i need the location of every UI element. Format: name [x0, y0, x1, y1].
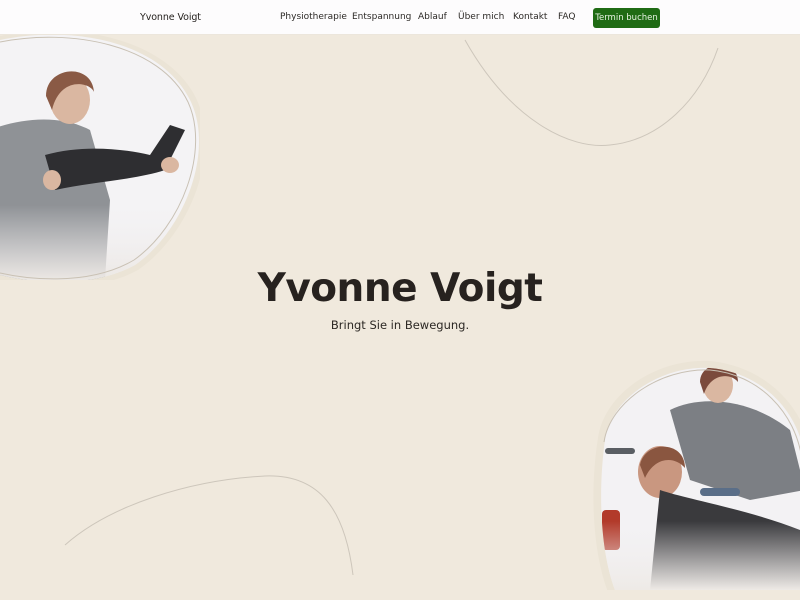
nav-link-entspannung[interactable]: Entspannung [352, 12, 411, 22]
nav-link-kontakt[interactable]: Kontakt [513, 12, 547, 22]
book-appointment-button[interactable]: Termin buchen [593, 8, 660, 28]
site-header: Yvonne Voigt Physiotherapie Entspannung … [0, 0, 800, 35]
nav-link-ablauf[interactable]: Ablauf [418, 12, 447, 22]
nav-link-faq[interactable]: FAQ [558, 12, 575, 22]
therapist-treatment-photo [593, 360, 800, 590]
hero-subtitle: Bringt Sie in Bewegung. [330, 318, 470, 332]
main-nav: Physiotherapie Entspannung Ablauf Über m… [0, 12, 800, 26]
nav-link-ueber-mich[interactable]: Über mich [458, 12, 504, 22]
therapist-leg-stretch-photo [0, 30, 200, 280]
hero-title: Yvonne Voigt [257, 266, 543, 311]
page: Yvonne Voigt Physiotherapie Entspannung … [0, 0, 800, 600]
nav-link-physiotherapie[interactable]: Physiotherapie [280, 12, 347, 22]
